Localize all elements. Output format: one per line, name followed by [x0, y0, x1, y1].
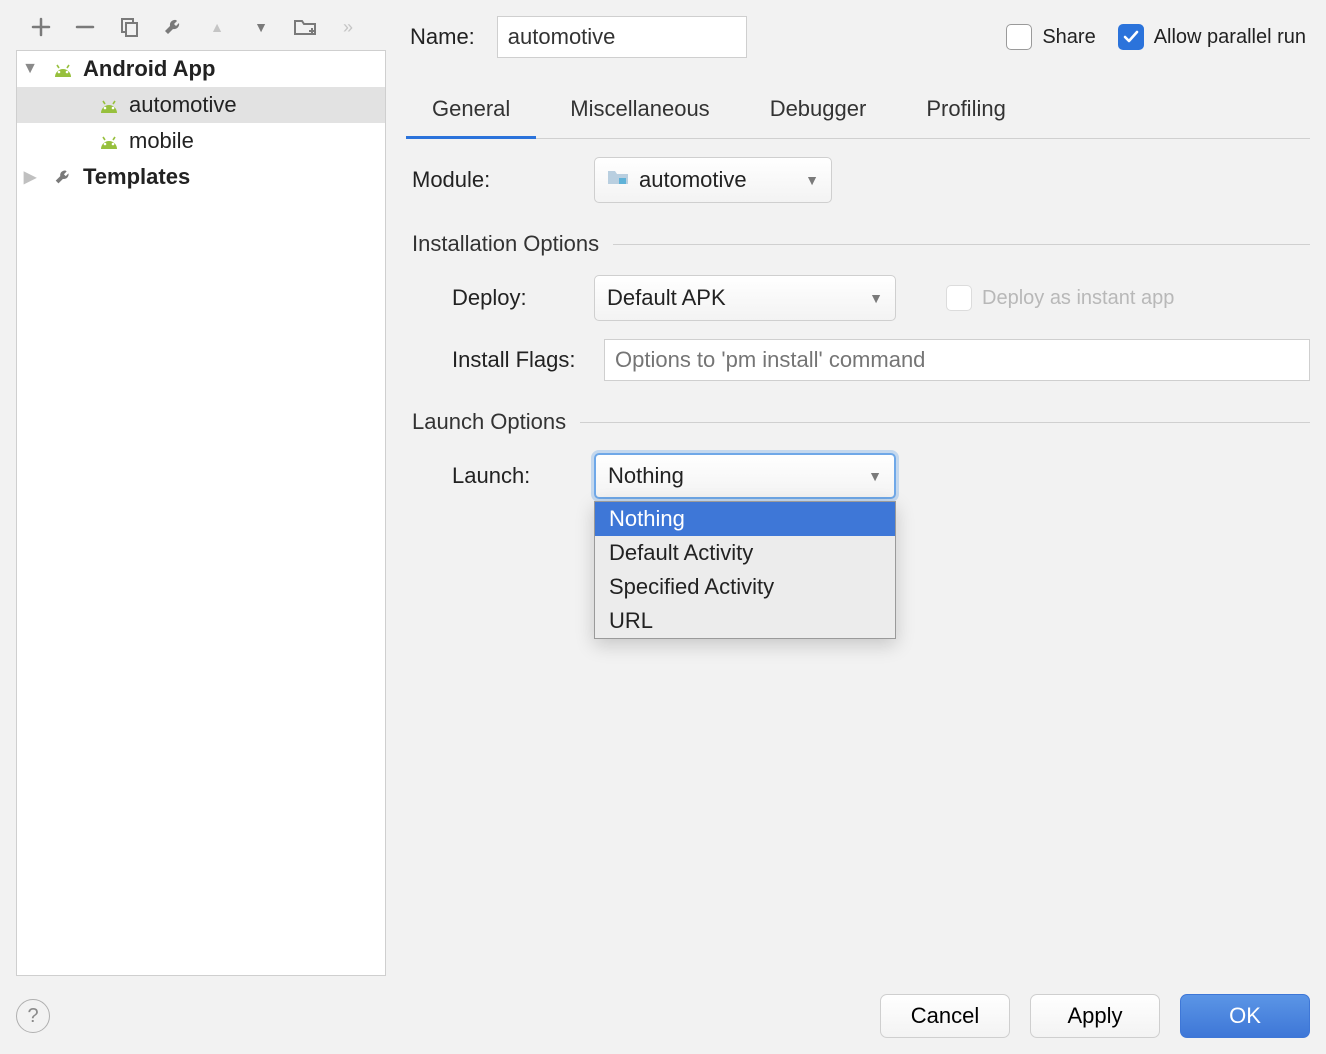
- launch-label: Launch:: [412, 463, 572, 489]
- tree-label: Android App: [83, 56, 215, 82]
- section-launch: Launch Options: [412, 409, 1310, 435]
- checkbox-box-icon: [1118, 24, 1144, 50]
- allow-parallel-checkbox[interactable]: Allow parallel run: [1118, 24, 1306, 50]
- launch-option-url[interactable]: URL: [595, 604, 895, 638]
- name-input[interactable]: [497, 16, 747, 58]
- launch-option-default-activity[interactable]: Default Activity: [595, 536, 895, 570]
- module-value: automotive: [639, 167, 747, 193]
- android-icon: [51, 61, 75, 77]
- tree-label: Templates: [83, 164, 190, 190]
- ok-button[interactable]: OK: [1180, 994, 1310, 1038]
- launch-option-nothing[interactable]: Nothing: [595, 502, 895, 536]
- section-title: Launch Options: [412, 409, 566, 435]
- share-label: Share: [1042, 26, 1095, 49]
- tree-label: automotive: [129, 92, 237, 118]
- tree-label: mobile: [129, 128, 194, 154]
- wrench-icon: [51, 167, 75, 187]
- deploy-label: Deploy:: [412, 285, 572, 311]
- dialog-root: ▲ ▼ » ▼ Android App ▶: [0, 0, 1326, 1054]
- tree-item-automotive[interactable]: ▶ automotive: [17, 87, 385, 123]
- launch-option-specified-activity[interactable]: Specified Activity: [595, 570, 895, 604]
- new-folder-icon[interactable]: [292, 14, 318, 40]
- chevron-down-icon: ▼: [869, 290, 883, 306]
- chevron-down-icon[interactable]: ▼: [17, 60, 43, 78]
- checkbox-box-icon: [946, 285, 972, 311]
- chevron-down-icon: ▼: [868, 468, 882, 484]
- module-row: Module: automotive ▼: [412, 157, 1310, 203]
- add-icon[interactable]: [28, 14, 54, 40]
- install-flags-label: Install Flags:: [412, 347, 582, 373]
- deploy-combo[interactable]: Default APK ▼: [594, 275, 896, 321]
- toolbar: ▲ ▼ »: [16, 8, 386, 50]
- more-icon[interactable]: »: [336, 14, 362, 40]
- left-column: ▲ ▼ » ▼ Android App ▶: [16, 8, 386, 976]
- tab-general[interactable]: General: [406, 86, 536, 139]
- tab-debugger[interactable]: Debugger: [744, 86, 893, 138]
- allow-parallel-label: Allow parallel run: [1154, 26, 1306, 49]
- checkbox-box-icon: [1006, 24, 1032, 50]
- name-label: Name:: [410, 24, 475, 50]
- launch-value: Nothing: [608, 463, 684, 489]
- tab-profiling[interactable]: Profiling: [900, 86, 1031, 138]
- config-tree[interactable]: ▼ Android App ▶ automotive ▶: [16, 50, 386, 976]
- install-flags-row: Install Flags:: [412, 339, 1310, 381]
- copy-icon[interactable]: [116, 14, 142, 40]
- footer: ? Cancel Apply OK: [16, 976, 1310, 1038]
- deploy-value: Default APK: [607, 285, 726, 311]
- launch-combo[interactable]: Nothing ▼: [594, 453, 896, 499]
- divider: [580, 422, 1310, 423]
- tabs: General Miscellaneous Debugger Profiling: [406, 86, 1310, 139]
- divider: [613, 244, 1310, 245]
- move-up-icon: ▲: [204, 14, 230, 40]
- share-checkbox[interactable]: Share: [1006, 24, 1095, 50]
- deploy-instant-checkbox: Deploy as instant app: [946, 285, 1174, 311]
- remove-icon[interactable]: [72, 14, 98, 40]
- module-label: Module:: [412, 167, 572, 193]
- top-form-row: Name: Share Allow parallel run: [406, 8, 1310, 68]
- module-folder-icon: [607, 168, 629, 192]
- tree-group-templates[interactable]: ▶ Templates: [17, 159, 385, 195]
- launch-dropdown[interactable]: Nothing Default Activity Specified Activ…: [594, 501, 896, 639]
- android-icon: [97, 97, 121, 113]
- install-flags-input[interactable]: [604, 339, 1310, 381]
- help-button[interactable]: ?: [16, 999, 50, 1033]
- tab-miscellaneous[interactable]: Miscellaneous: [544, 86, 735, 138]
- deploy-instant-label: Deploy as instant app: [982, 287, 1174, 310]
- chevron-down-icon: ▼: [805, 172, 819, 188]
- launch-combo-wrap: Nothing ▼ Nothing Default Activity Speci…: [594, 453, 896, 499]
- android-icon: [97, 133, 121, 149]
- tree-item-mobile[interactable]: ▶ mobile: [17, 123, 385, 159]
- module-combo[interactable]: automotive ▼: [594, 157, 832, 203]
- apply-button[interactable]: Apply: [1030, 994, 1160, 1038]
- right-column: Name: Share Allow parallel run General M…: [406, 8, 1310, 976]
- main-row: ▲ ▼ » ▼ Android App ▶: [16, 8, 1310, 976]
- move-down-icon[interactable]: ▼: [248, 14, 274, 40]
- chevron-right-icon[interactable]: ▶: [17, 167, 43, 187]
- launch-row: Launch: Nothing ▼ Nothing Default Activi…: [412, 453, 1310, 499]
- tree-group-android-app[interactable]: ▼ Android App: [17, 51, 385, 87]
- deploy-row: Deploy: Default APK ▼ Deploy as instant …: [412, 275, 1310, 321]
- section-title: Installation Options: [412, 231, 599, 257]
- section-installation: Installation Options: [412, 231, 1310, 257]
- cancel-button[interactable]: Cancel: [880, 994, 1010, 1038]
- wrench-icon[interactable]: [160, 14, 186, 40]
- form-area: Module: automotive ▼ Installation Option…: [406, 139, 1310, 499]
